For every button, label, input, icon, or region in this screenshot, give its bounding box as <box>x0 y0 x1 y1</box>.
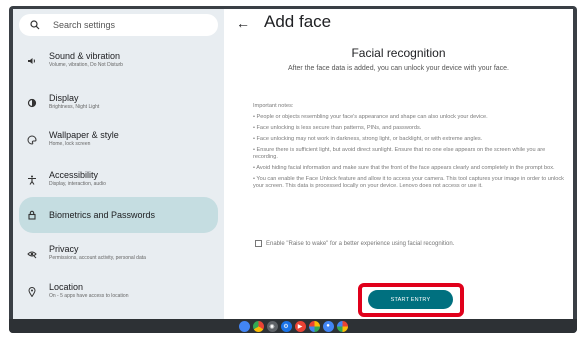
photos-icon[interactable] <box>308 320 320 332</box>
sidebar-item-title: Location <box>49 282 84 292</box>
palette-icon <box>25 133 39 147</box>
sidebar-item-privacy[interactable]: Privacy Permissions, account activity, p… <box>19 244 218 262</box>
note-item: • Face unlocking may not work in darknes… <box>253 136 483 142</box>
notes-title: Important notes: <box>253 103 294 109</box>
sidebar-item-subtitle: Brightness, Night Light <box>49 104 100 110</box>
sidebar-item-subtitle: Home, lock screen <box>49 141 91 147</box>
sidebar-item-display[interactable]: Display Brightness, Night Light <box>19 93 218 111</box>
sidebar-item-title: Wallpaper & style <box>49 130 119 140</box>
device-frame: Search settings Sound & vibration Volume… <box>9 6 577 333</box>
speaker-icon <box>25 54 39 68</box>
settings-icon[interactable]: ⚙ <box>280 320 292 332</box>
privacy-icon <box>25 247 39 261</box>
sidebar-item-accessibility[interactable]: Accessibility Display, interaction, audi… <box>19 170 218 188</box>
raise-to-wake-option[interactable]: Enable "Raise to wake" for a better expe… <box>255 240 454 247</box>
assistant-icon[interactable]: ● <box>322 320 334 332</box>
note-item: • Face unlocking is less secure than pat… <box>253 125 422 131</box>
chrome-icon[interactable] <box>252 320 264 332</box>
page-title: Add face <box>264 12 332 31</box>
play-store-icon[interactable]: ▶ <box>294 320 306 332</box>
settings-sidebar: Search settings Sound & vibration Volume… <box>13 9 224 319</box>
note-item: • Ensure there is sufficient light, but … <box>253 147 546 160</box>
sidebar-item-title: Biometrics and Passwords <box>49 209 156 220</box>
sidebar-item-title: Sound & vibration <box>49 51 121 61</box>
location-icon <box>25 285 39 299</box>
sidebar-item-title: Accessibility <box>49 170 99 180</box>
note-item: • People or objects resembling your face… <box>253 114 488 120</box>
lock-icon <box>25 208 39 222</box>
search-icon <box>29 19 41 31</box>
note-item: • You can enable the Face Unlock feature… <box>253 176 564 189</box>
sidebar-item-wallpaper[interactable]: Wallpaper & style Home, lock screen <box>19 130 218 148</box>
section-description: After the face data is added, you can un… <box>287 65 510 72</box>
section-heading: Facial recognition <box>351 46 446 60</box>
sidebar-item-subtitle: Volume, vibration, Do Not Disturb <box>49 62 123 68</box>
apps-icon[interactable] <box>336 320 348 332</box>
note-item: • Avoid hiding facial information and ma… <box>253 165 555 171</box>
launcher-icon[interactable] <box>238 320 250 332</box>
camera-icon[interactable]: ◉ <box>266 320 278 332</box>
start-entry-button[interactable]: START ENTRY <box>368 290 453 309</box>
raise-to-wake-label: Enable "Raise to wake" for a better expe… <box>266 240 455 247</box>
sidebar-item-subtitle: On - 5 apps have access to location <box>49 293 129 299</box>
sidebar-item-title: Display <box>49 93 79 103</box>
sidebar-item-subtitle: Permissions, account activity, personal … <box>49 255 146 261</box>
shelf: ◉ ⚙ ▶ ● <box>9 319 577 333</box>
search-input[interactable]: Search settings <box>53 20 115 30</box>
main-panel: ← Add face Facial recognition After the … <box>224 9 573 319</box>
raise-to-wake-checkbox[interactable] <box>255 240 262 247</box>
sidebar-item-location[interactable]: Location On - 5 apps have access to loca… <box>19 282 218 300</box>
sidebar-item-title: Privacy <box>49 244 79 254</box>
important-notes: Important notes: • People or objects res… <box>253 103 565 194</box>
sidebar-item-subtitle: Display, interaction, audio <box>49 181 106 187</box>
search-bar[interactable]: Search settings <box>19 14 218 36</box>
back-arrow-icon[interactable]: ← <box>236 15 250 31</box>
accessibility-icon <box>25 173 39 187</box>
sidebar-item-sound[interactable]: Sound & vibration Volume, vibration, Do … <box>19 51 218 69</box>
screen: Search settings Sound & vibration Volume… <box>13 9 573 319</box>
display-icon <box>25 96 39 110</box>
sidebar-item-biometrics[interactable]: Biometrics and Passwords <box>19 197 218 233</box>
